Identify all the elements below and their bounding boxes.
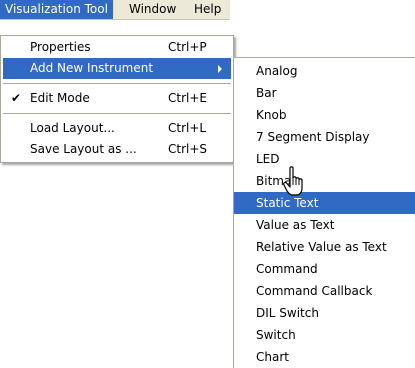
submenu-item-label: Relative Value as Text (256, 240, 387, 254)
menu-item-shortcut: Ctrl+E (168, 91, 207, 105)
check-icon: ✔ (11, 91, 22, 105)
submenu-item-bar[interactable]: Bar (234, 82, 415, 104)
menu-separator (3, 83, 231, 84)
submenu-item-label: Value as Text (256, 218, 335, 232)
submenu-item-knob[interactable]: Knob (234, 104, 415, 126)
menu-item-properties[interactable]: Properties Ctrl+P (1, 37, 233, 58)
submenu-item-label: 7 Segment Display (256, 130, 370, 144)
chevron-right-icon (218, 65, 222, 73)
submenu-item-chart[interactable]: Chart (234, 346, 415, 368)
submenu-item-command[interactable]: Command (234, 258, 415, 280)
submenu-item-relative-value-as-text[interactable]: Relative Value as Text (234, 236, 415, 258)
menu-item-label: Load Layout... (30, 121, 115, 135)
menu-item-add-new-instrument[interactable]: Add New Instrument (3, 58, 231, 79)
submenu-item-label: Command Callback (256, 284, 373, 298)
menu-item-label: Properties (30, 40, 91, 54)
submenu-item-value-as-text[interactable]: Value as Text (234, 214, 415, 236)
hand-pointer-cursor-icon (283, 166, 303, 196)
menu-item-label: Add New Instrument (30, 61, 154, 75)
submenu-item-label: Chart (256, 350, 289, 364)
submenu-item-7-segment-display[interactable]: 7 Segment Display (234, 126, 415, 148)
submenu-item-static-text[interactable]: Static Text (234, 192, 415, 214)
menu-visualization-tool[interactable]: Visualization Tool (0, 0, 113, 19)
submenu-item-dil-switch[interactable]: DIL Switch (234, 302, 415, 324)
menu-item-shortcut: Ctrl+L (168, 121, 207, 135)
submenu-item-label: Command (256, 262, 318, 276)
submenu-item-bitmap[interactable]: Bitmap (234, 170, 415, 192)
submenu-item-label: LED (256, 152, 280, 166)
submenu-item-analog[interactable]: Analog (234, 60, 415, 82)
menu-bar: Visualization Tool Window Help (0, 0, 230, 20)
menu-item-load-layout[interactable]: Load Layout... Ctrl+L (1, 118, 233, 139)
submenu-item-label: DIL Switch (256, 306, 319, 320)
submenu-item-led[interactable]: LED (234, 148, 415, 170)
submenu-item-label: Bar (256, 86, 277, 100)
submenu-item-switch[interactable]: Switch (234, 324, 415, 346)
submenu-item-command-callback[interactable]: Command Callback (234, 280, 415, 302)
menu-item-save-layout-as[interactable]: Save Layout as ... Ctrl+S (1, 139, 233, 160)
menu-item-edit-mode[interactable]: ✔ Edit Mode Ctrl+E (1, 88, 233, 109)
menu-item-label: Edit Mode (30, 91, 90, 105)
menu-item-shortcut: Ctrl+P (168, 40, 207, 54)
submenu-item-label: Knob (256, 108, 287, 122)
menu-help[interactable]: Help (189, 0, 226, 19)
menu-item-shortcut: Ctrl+S (168, 142, 208, 156)
submenu-item-label: Analog (256, 64, 298, 78)
submenu-item-label: Switch (256, 328, 296, 342)
menu-item-label: Save Layout as ... (30, 142, 137, 156)
visualization-tool-menu: Properties Ctrl+P Add New Instrument ✔ E… (0, 35, 234, 163)
menu-separator (3, 113, 231, 114)
add-new-instrument-submenu: Analog Bar Knob 7 Segment Display LED Bi… (233, 57, 415, 368)
menu-window[interactable]: Window (124, 0, 181, 19)
